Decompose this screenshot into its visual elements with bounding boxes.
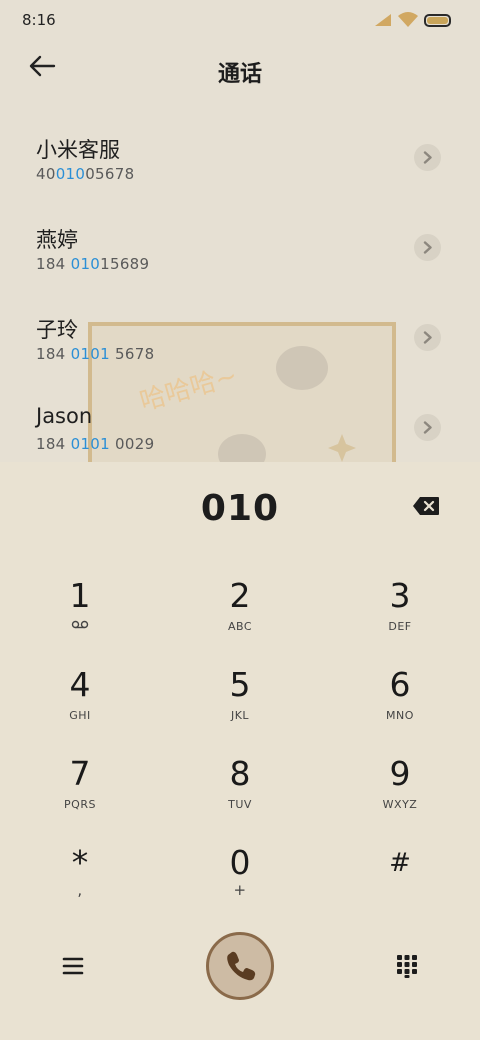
chevron-right-icon	[423, 151, 432, 164]
dialpad-panel: 010 1 2 ABC 3 DEF 4 GHI 5 JKL 6 MNO 7 PQ…	[0, 462, 480, 1040]
contact-name: 燕婷	[36, 228, 78, 252]
details-button[interactable]	[414, 234, 441, 261]
call-button[interactable]	[206, 932, 274, 1000]
chevron-right-icon	[423, 331, 432, 344]
status-bar: 8:16	[0, 0, 480, 40]
dialed-number: 010	[200, 488, 280, 529]
contact-number: 184 0101 5678	[36, 345, 155, 363]
wifi-icon	[398, 12, 418, 27]
key-3[interactable]: 3 DEF	[340, 578, 460, 658]
backspace-button[interactable]	[412, 496, 442, 518]
contact-name: 小米客服	[36, 138, 120, 162]
page-title: 通话	[217, 62, 262, 87]
key-1[interactable]: 1	[20, 578, 140, 658]
contact-number: 184 01015689	[36, 255, 150, 273]
dialpad-toggle-button[interactable]	[396, 954, 418, 978]
details-button[interactable]	[414, 144, 441, 171]
contact-number: 184 0101 0029	[36, 435, 155, 453]
key-star[interactable]: * ,	[20, 845, 140, 925]
contact-number: 4001005678	[36, 165, 135, 183]
signal-icon	[375, 14, 391, 26]
backspace-icon	[413, 497, 439, 515]
dialpad-grid-icon	[397, 955, 417, 978]
key-6[interactable]: 6 MNO	[340, 667, 460, 747]
contact-name: Jason	[36, 404, 93, 428]
voicemail-icon	[71, 620, 89, 629]
key-hash[interactable]: #	[340, 845, 460, 925]
contact-name: 子玲	[36, 318, 78, 342]
key-5[interactable]: 5 JKL	[180, 667, 300, 747]
key-0[interactable]: 0 +	[180, 845, 300, 925]
key-4[interactable]: 4 GHI	[20, 667, 140, 747]
contact-row[interactable]: 燕婷 184 01015689	[0, 208, 480, 298]
key-8[interactable]: 8 TUV	[180, 756, 300, 836]
chevron-right-icon	[423, 241, 432, 254]
key-2[interactable]: 2 ABC	[180, 578, 300, 658]
details-button[interactable]	[414, 324, 441, 351]
menu-button[interactable]	[62, 956, 84, 976]
key-9[interactable]: 9 WXYZ	[340, 756, 460, 836]
battery-icon	[424, 14, 451, 27]
contact-row[interactable]: 子玲 184 0101 5678	[0, 298, 480, 388]
phone-icon	[227, 951, 256, 981]
chevron-right-icon	[423, 421, 432, 434]
contact-row[interactable]: 小米客服 4001005678	[0, 118, 480, 208]
key-7[interactable]: 7 PQRS	[20, 756, 140, 836]
details-button[interactable]	[414, 414, 441, 441]
status-time: 8:16	[22, 11, 56, 29]
menu-icon	[62, 957, 84, 975]
